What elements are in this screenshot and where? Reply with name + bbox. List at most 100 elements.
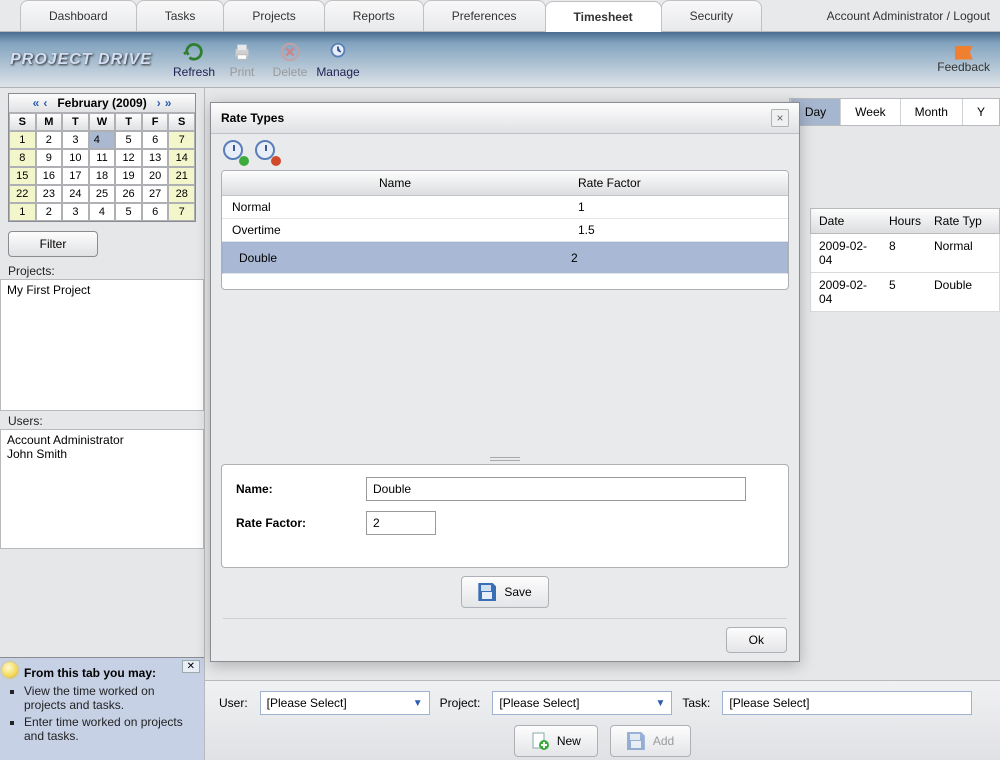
cal-prev-month-icon[interactable]: ‹ bbox=[41, 96, 49, 110]
user-select-label: User: bbox=[219, 696, 248, 710]
refresh-label: Refresh bbox=[173, 65, 215, 79]
tab-timesheet[interactable]: Timesheet bbox=[545, 1, 662, 32]
name-label: Name: bbox=[236, 482, 366, 496]
add-rate-button[interactable] bbox=[223, 140, 247, 164]
cal-day[interactable]: 26 bbox=[115, 185, 142, 203]
cal-day-header: M bbox=[36, 113, 63, 131]
cal-day[interactable]: 12 bbox=[115, 149, 142, 167]
cal-day[interactable]: 20 bbox=[142, 167, 169, 185]
cal-day[interactable]: 27 bbox=[142, 185, 169, 203]
dialog-close-button[interactable]: × bbox=[771, 109, 789, 127]
view-month[interactable]: Month bbox=[900, 99, 962, 125]
rate-row[interactable]: Normal1 bbox=[222, 196, 788, 219]
delete-label: Delete bbox=[273, 65, 308, 79]
factor-label: Rate Factor: bbox=[236, 516, 366, 530]
ok-button[interactable]: Ok bbox=[726, 627, 787, 653]
flag-icon bbox=[955, 46, 973, 60]
splitter[interactable] bbox=[211, 454, 799, 464]
th-hours[interactable]: Hours bbox=[881, 209, 926, 233]
refresh-button[interactable]: Refresh bbox=[170, 36, 218, 84]
cal-day[interactable]: 16 bbox=[36, 167, 63, 185]
cal-day[interactable]: 11 bbox=[89, 149, 116, 167]
tips-close-button[interactable]: ✕ bbox=[182, 660, 200, 673]
cal-day[interactable]: 1 bbox=[9, 131, 36, 149]
cal-day[interactable]: 14 bbox=[168, 149, 195, 167]
add-button[interactable]: Add bbox=[610, 725, 691, 757]
cal-day[interactable]: 4 bbox=[89, 203, 116, 221]
th-rate[interactable]: Rate Typ bbox=[926, 209, 999, 233]
plus-badge-icon bbox=[239, 156, 249, 166]
tab-preferences[interactable]: Preferences bbox=[423, 0, 546, 31]
cal-day-header: T bbox=[62, 113, 89, 131]
rate-grid: Name Rate Factor Normal1Overtime1.5Doubl… bbox=[221, 170, 789, 290]
cal-day[interactable]: 17 bbox=[62, 167, 89, 185]
cal-day[interactable]: 9 bbox=[36, 149, 63, 167]
save-button[interactable]: Save bbox=[461, 576, 548, 608]
user-item[interactable]: Account Administrator bbox=[7, 433, 197, 447]
cal-day[interactable]: 8 bbox=[9, 149, 36, 167]
cal-day[interactable]: 3 bbox=[62, 203, 89, 221]
cal-day[interactable]: 2 bbox=[36, 203, 63, 221]
col-name[interactable]: Name bbox=[222, 171, 568, 195]
cal-day[interactable]: 5 bbox=[115, 131, 142, 149]
cal-day[interactable]: 6 bbox=[142, 131, 169, 149]
col-factor[interactable]: Rate Factor bbox=[568, 171, 788, 195]
project-select[interactable]: [Please Select]▼ bbox=[492, 691, 672, 715]
cal-day[interactable]: 28 bbox=[168, 185, 195, 203]
filter-button[interactable]: Filter bbox=[8, 231, 98, 257]
user-select[interactable]: [Please Select]▼ bbox=[260, 691, 430, 715]
factor-input[interactable] bbox=[366, 511, 436, 535]
print-button[interactable]: Print bbox=[218, 36, 266, 84]
tab-tasks[interactable]: Tasks bbox=[136, 0, 225, 31]
project-select-label: Project: bbox=[440, 696, 481, 710]
cal-day[interactable]: 13 bbox=[142, 149, 169, 167]
timesheet-row[interactable]: 2009-02-048Normal bbox=[810, 234, 1000, 273]
cal-day[interactable]: 23 bbox=[36, 185, 63, 203]
name-input[interactable] bbox=[366, 477, 746, 501]
delete-button[interactable]: Delete bbox=[266, 36, 314, 84]
feedback-link[interactable]: Feedback bbox=[937, 46, 990, 74]
users-list[interactable]: Account AdministratorJohn Smith bbox=[0, 429, 204, 549]
cal-next-month-icon[interactable]: › bbox=[155, 96, 163, 110]
cal-day[interactable]: 7 bbox=[168, 203, 195, 221]
cal-day[interactable]: 25 bbox=[89, 185, 116, 203]
delete-rate-button[interactable] bbox=[255, 140, 279, 164]
cal-day[interactable]: 3 bbox=[62, 131, 89, 149]
project-item[interactable]: My First Project bbox=[7, 283, 197, 297]
tab-projects[interactable]: Projects bbox=[223, 0, 324, 31]
tab-security[interactable]: Security bbox=[661, 0, 762, 31]
cal-day[interactable]: 22 bbox=[9, 185, 36, 203]
timesheet-row[interactable]: 2009-02-045Double bbox=[810, 273, 1000, 312]
cal-day[interactable]: 4 bbox=[89, 131, 116, 149]
cal-day-header: F bbox=[142, 113, 169, 131]
cal-day[interactable]: 2 bbox=[36, 131, 63, 149]
cal-day-header: S bbox=[9, 113, 36, 131]
manage-button[interactable]: Manage bbox=[314, 36, 362, 84]
cal-day[interactable]: 19 bbox=[115, 167, 142, 185]
cal-day[interactable]: 1 bbox=[9, 203, 36, 221]
cal-day[interactable]: 6 bbox=[142, 203, 169, 221]
new-button[interactable]: New bbox=[514, 725, 598, 757]
cal-next-year-icon[interactable]: » bbox=[163, 96, 174, 110]
account-link[interactable]: Account Administrator / Logout bbox=[817, 1, 1000, 31]
th-date[interactable]: Date bbox=[811, 209, 881, 233]
rate-row[interactable]: Double2 bbox=[222, 242, 788, 274]
tips-panel: ✕ From this tab you may: View the time w… bbox=[0, 657, 204, 760]
projects-list[interactable]: My First Project bbox=[0, 279, 204, 411]
cal-day[interactable]: 15 bbox=[9, 167, 36, 185]
cal-day[interactable]: 24 bbox=[62, 185, 89, 203]
task-select[interactable]: [Please Select] bbox=[722, 691, 972, 715]
cal-prev-year-icon[interactable]: « bbox=[31, 96, 42, 110]
feedback-label: Feedback bbox=[937, 60, 990, 74]
view-year[interactable]: Y bbox=[962, 99, 999, 125]
tab-dashboard[interactable]: Dashboard bbox=[20, 0, 137, 31]
user-item[interactable]: John Smith bbox=[7, 447, 197, 461]
cal-day[interactable]: 7 bbox=[168, 131, 195, 149]
cal-day[interactable]: 18 bbox=[89, 167, 116, 185]
cal-day[interactable]: 21 bbox=[168, 167, 195, 185]
view-week[interactable]: Week bbox=[840, 99, 899, 125]
tab-reports[interactable]: Reports bbox=[324, 0, 424, 31]
cal-day[interactable]: 5 bbox=[115, 203, 142, 221]
rate-row[interactable]: Overtime1.5 bbox=[222, 219, 788, 242]
cal-day[interactable]: 10 bbox=[62, 149, 89, 167]
